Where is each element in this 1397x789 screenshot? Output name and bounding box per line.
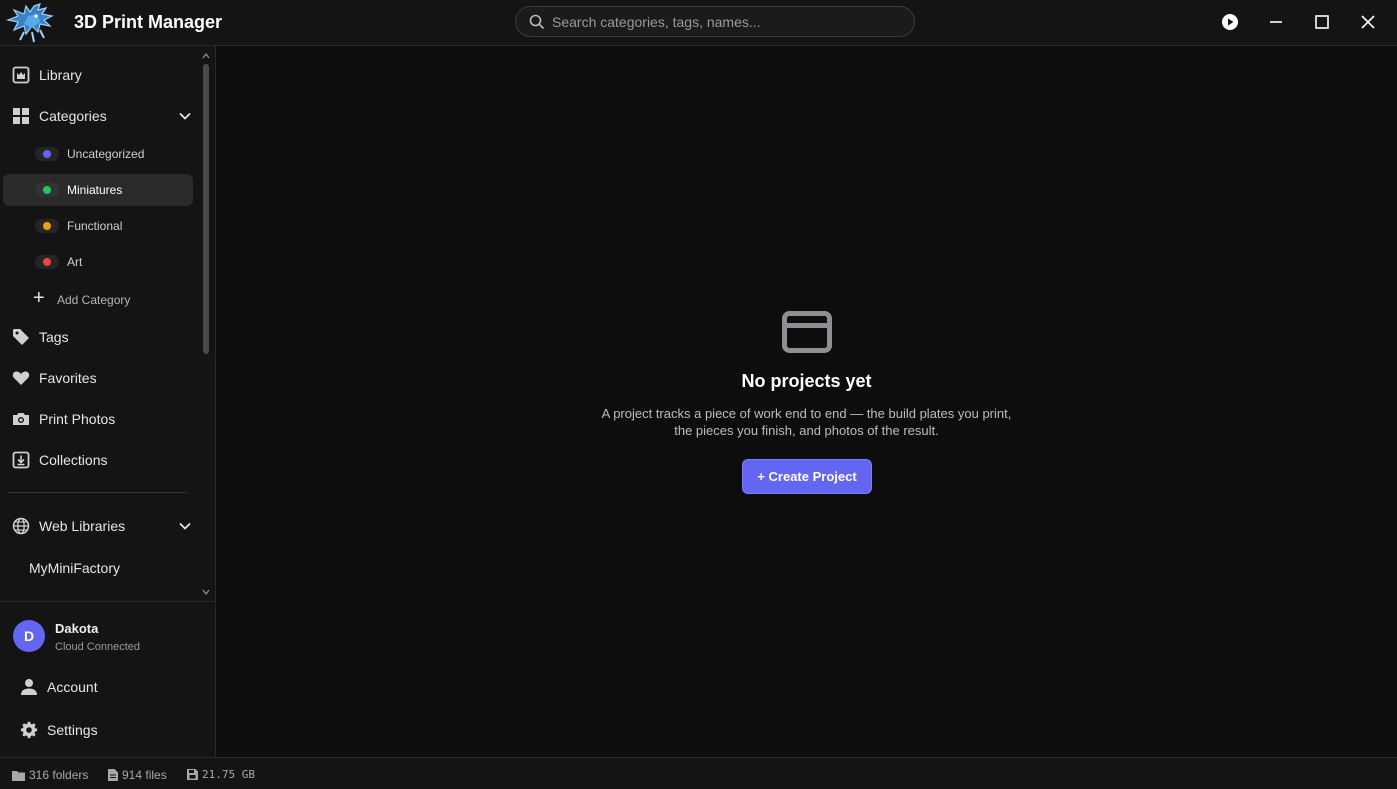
web-library-item-myminifactory[interactable]: MyMiniFactory xyxy=(0,550,200,586)
sidebar-item-web-libraries[interactable]: Web Libraries xyxy=(0,508,200,544)
chevron-down-icon[interactable] xyxy=(178,519,192,533)
empty-state-description: A project tracks a piece of work end to … xyxy=(556,405,1057,439)
card-icon xyxy=(782,311,832,353)
minimize-button[interactable] xyxy=(1261,8,1291,36)
folders-stat: 316 folders xyxy=(12,768,88,782)
category-color-dot xyxy=(43,222,51,230)
user-name: Dakota xyxy=(55,621,99,636)
sidebar-item-print-photos[interactable]: Print Photos xyxy=(0,401,200,437)
plus-icon: + xyxy=(33,287,45,309)
avatar[interactable]: D xyxy=(13,620,45,652)
storage-size: 21.75 GB xyxy=(202,768,255,781)
search-bar[interactable] xyxy=(515,6,915,37)
sidebar-item-categories[interactable]: Categories xyxy=(0,98,200,134)
close-button[interactable] xyxy=(1353,8,1383,36)
app-title: 3D Print Manager xyxy=(74,12,223,32)
grid-icon xyxy=(12,107,30,125)
add-category-label: Add Category xyxy=(57,293,131,307)
gear-icon xyxy=(20,721,38,739)
maximize-icon xyxy=(1315,15,1329,29)
files-count: 914 xyxy=(122,768,143,782)
chevron-down-icon[interactable] xyxy=(178,109,192,123)
category-color-dot xyxy=(43,186,51,194)
tag-icon xyxy=(12,328,30,346)
status-bar: 316 folders 914 files 21.75 GB xyxy=(0,757,1397,789)
sidebar-item-collections[interactable]: Collections xyxy=(0,442,200,478)
play-icon xyxy=(1222,14,1238,30)
add-category-button[interactable]: + Add Category xyxy=(33,287,193,311)
settings-button[interactable]: Settings xyxy=(0,713,200,747)
sidebar-scrollbar[interactable] xyxy=(202,52,210,597)
search-input[interactable] xyxy=(552,7,902,36)
sidebar-item-label: Web Libraries xyxy=(39,518,126,534)
category-label: Uncategorized xyxy=(67,147,145,161)
sidebar-item-favorites[interactable]: Favorites xyxy=(0,360,200,396)
sidebar-item-label: Print Photos xyxy=(39,411,116,427)
create-project-button[interactable]: + Create Project xyxy=(742,459,872,494)
storage-stat: 21.75 GB xyxy=(187,768,255,781)
main-content: No projects yet A project tracks a piece… xyxy=(216,46,1397,757)
title-bar: 3D Print Manager xyxy=(0,0,1397,46)
empty-state-description-line: A project tracks a piece of work end to … xyxy=(601,406,1012,421)
sidebar: Library Categories Uncategorized Miniatu… xyxy=(0,46,216,757)
dragon-logo-icon xyxy=(4,2,60,44)
category-label: Art xyxy=(67,255,83,269)
account-button[interactable]: Account xyxy=(0,670,200,704)
globe-icon xyxy=(12,517,30,535)
sidebar-item-label: Favorites xyxy=(39,370,97,386)
sidebar-item-label: Tags xyxy=(39,329,69,345)
folders-label: folders xyxy=(52,768,89,782)
sidebar-item-label: Categories xyxy=(39,108,107,124)
minimize-icon xyxy=(1270,21,1282,23)
files-stat: 914 files xyxy=(108,768,167,782)
search-icon xyxy=(529,14,545,30)
folders-count: 316 xyxy=(29,768,50,782)
scroll-up-icon[interactable] xyxy=(202,52,210,60)
folder-icon xyxy=(12,770,25,781)
scrollbar-thumb[interactable] xyxy=(203,64,209,354)
category-label: Functional xyxy=(67,219,123,233)
category-label: Miniatures xyxy=(67,183,123,197)
close-icon xyxy=(1361,15,1375,29)
disk-icon xyxy=(187,769,198,780)
sidebar-item-label: Collections xyxy=(39,452,108,468)
empty-state-title: No projects yet xyxy=(741,371,872,391)
empty-state-description-line: the pieces you finish, and photos of the… xyxy=(674,423,939,438)
category-color-dot xyxy=(43,258,51,266)
settings-label: Settings xyxy=(47,722,98,738)
heart-icon xyxy=(12,369,30,387)
web-library-label: MyMiniFactory xyxy=(29,560,121,576)
category-item-functional[interactable]: Functional xyxy=(3,210,193,242)
category-color-dot xyxy=(43,150,51,158)
user-panel: D Dakota Cloud Connected Account Setting… xyxy=(0,601,216,757)
library-icon xyxy=(12,66,30,84)
category-item-art[interactable]: Art xyxy=(3,246,193,278)
collection-download-icon xyxy=(12,451,30,469)
camera-icon xyxy=(12,410,30,428)
maximize-button[interactable] xyxy=(1307,8,1337,36)
sidebar-item-library[interactable]: Library xyxy=(0,57,200,93)
sidebar-item-label: Library xyxy=(39,67,82,83)
account-label: Account xyxy=(47,679,98,695)
category-item-uncategorized[interactable]: Uncategorized xyxy=(3,138,193,170)
category-item-miniatures[interactable]: Miniatures xyxy=(3,174,193,206)
sidebar-nav: Library Categories Uncategorized Miniatu… xyxy=(0,46,216,601)
file-icon xyxy=(108,769,118,781)
sidebar-item-tags[interactable]: Tags xyxy=(0,319,200,355)
scroll-down-icon[interactable] xyxy=(202,588,210,596)
sidebar-divider xyxy=(8,492,187,493)
person-icon xyxy=(21,679,37,695)
play-button[interactable] xyxy=(1215,8,1245,36)
files-label: files xyxy=(145,768,167,782)
user-status: Cloud Connected xyxy=(55,641,141,653)
